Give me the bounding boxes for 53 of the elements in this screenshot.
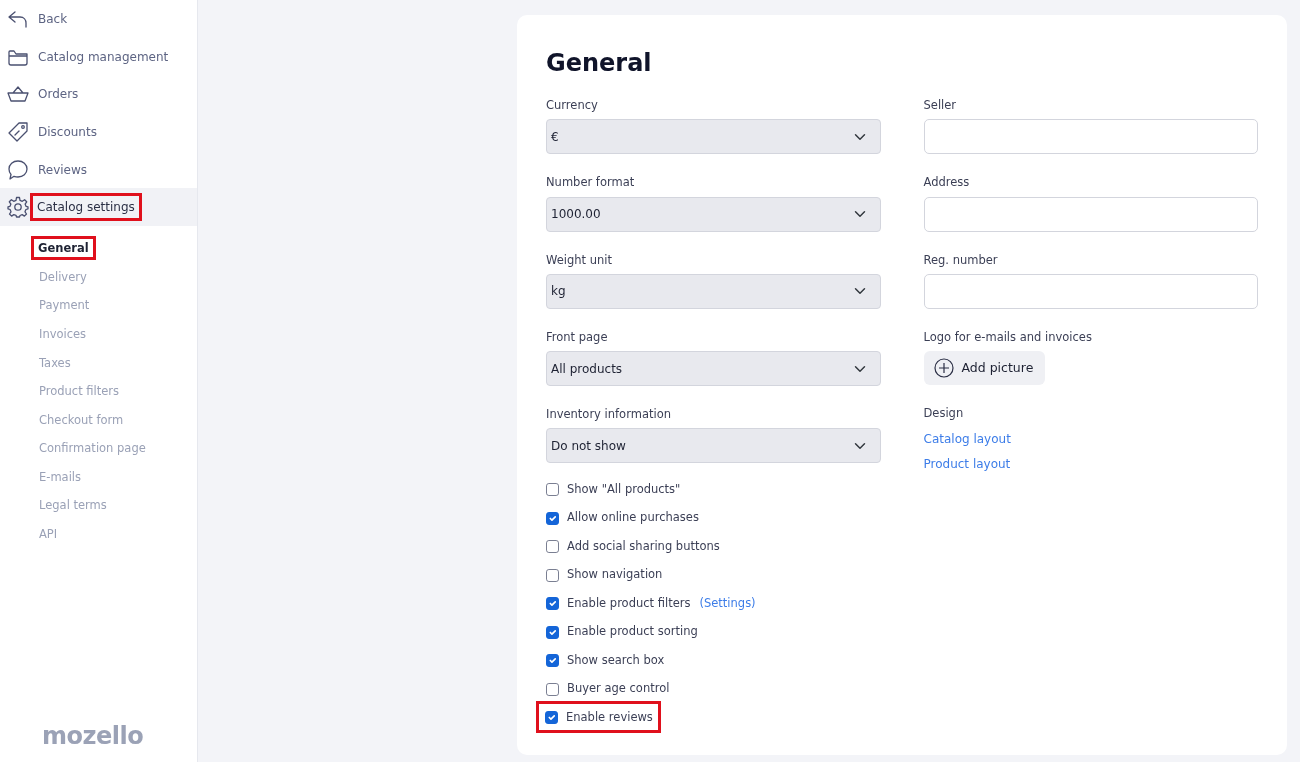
checkbox-label: Enable reviews [566,708,653,726]
dropdown-field[interactable]: kg [546,273,881,309]
checkbox[interactable] [545,710,558,724]
dropdown-field[interactable]: € [546,119,881,155]
text-input[interactable] [923,273,1258,309]
text-input[interactable] [923,119,1258,155]
dropdown-field[interactable]: All products [546,351,881,386]
settings-icon [6,195,30,220]
checkbox[interactable] [546,625,559,639]
plus-circle-icon [933,358,954,378]
submenu-item[interactable]: General [0,234,197,263]
checkbox[interactable] [546,682,559,696]
brand-logo: mozello [41,721,145,752]
field-label: Seller [923,97,958,114]
checkbox-label: Show "All products" [567,480,681,498]
sidebar-item[interactable]: Catalog management [0,37,197,76]
sidebar-item[interactable]: Back [0,0,197,38]
checkbox-label: Enable product sorting [567,623,698,641]
price-tag-icon [6,119,30,144]
sidebar-item[interactable]: Reviews [0,150,197,189]
field-label: Reg. number [923,251,999,269]
sidebar-item[interactable]: Discounts [0,113,197,151]
checkbox[interactable] [546,540,559,553]
sidebar-item[interactable]: Orders [0,75,197,114]
checkbox[interactable] [546,597,559,610]
checkbox-label: Enable product filters [567,594,691,612]
design-link[interactable]: Catalog layout [923,432,1011,447]
checkbox-label: Add social sharing buttons [567,537,720,555]
checkbox[interactable] [546,568,559,582]
checkbox-label: Buyer age control [567,680,670,698]
settings-link[interactable]: (Settings) [699,594,756,613]
checkbox[interactable] [546,654,559,667]
dropdown-field[interactable]: 1000.00 [546,196,881,232]
checkbox-label: Show search box [567,651,665,669]
add-picture-button[interactable]: Add picture [923,351,1046,385]
design-link[interactable]: Product layout [923,457,1011,472]
field-label: Currency [546,97,599,114]
sidebar-item[interactable]: Catalog settings [0,188,197,227]
checkbox[interactable] [546,511,559,525]
checkbox-label: Allow online purchases [567,509,699,527]
field-label: Inventory information [546,406,672,423]
section-label: Design [923,405,965,422]
text-input[interactable] [923,196,1258,232]
checkbox[interactable] [546,483,559,496]
field-label: Number format [546,174,636,192]
field-label: Weight unit [546,251,613,269]
field-label: Address [923,174,971,192]
field-label: Logo for e-mails and invoices [923,328,1093,346]
speech-bubble-icon [6,157,30,182]
checkbox-label: Show navigation [567,566,663,584]
field-label: Front page [546,328,609,346]
page-title: General [546,48,653,79]
dropdown-field[interactable]: Do not show [546,428,881,464]
